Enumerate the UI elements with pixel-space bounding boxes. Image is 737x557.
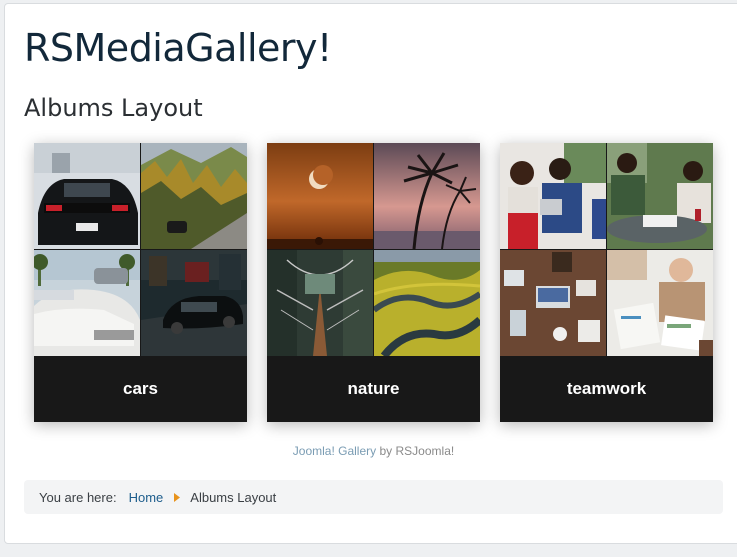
album-title[interactable]: cars: [34, 356, 247, 422]
page-title: Albums Layout: [24, 94, 203, 122]
album-photo: [34, 250, 140, 356]
album-photo: [141, 250, 247, 356]
album-card-teamwork[interactable]: teamwork: [500, 143, 713, 422]
album-photo: [500, 143, 606, 249]
album-photo: [267, 143, 373, 249]
breadcrumb: You are here: Home Albums Layout: [24, 480, 723, 514]
album-photo: [141, 143, 247, 249]
album-card-cars[interactable]: cars: [34, 143, 247, 422]
album-photo: [374, 250, 480, 356]
album-thumbnail-grid: [267, 143, 480, 356]
album-photo: [374, 143, 480, 249]
album-photo: [607, 250, 713, 356]
album-title[interactable]: teamwork: [500, 356, 713, 422]
album-thumbnail-grid: [500, 143, 713, 356]
credit-link[interactable]: Joomla! Gallery: [293, 444, 376, 458]
album-photo: [607, 143, 713, 249]
breadcrumb-separator-icon: [174, 492, 181, 502]
footer-credit: Joomla! Gallery by RSJoomla!: [0, 444, 737, 458]
breadcrumb-prefix: You are here:: [39, 489, 117, 505]
album-photo: [34, 143, 140, 249]
album-photo: [500, 250, 606, 356]
credit-by-text: by RSJoomla!: [379, 444, 455, 458]
album-title[interactable]: nature: [267, 356, 480, 422]
site-title: RSMediaGallery!: [24, 26, 332, 70]
album-photo: [267, 250, 373, 356]
album-thumbnail-grid: [34, 143, 247, 356]
breadcrumb-current: Albums Layout: [190, 489, 277, 505]
album-card-nature[interactable]: nature: [267, 143, 480, 422]
breadcrumb-home-link[interactable]: Home: [129, 490, 164, 505]
